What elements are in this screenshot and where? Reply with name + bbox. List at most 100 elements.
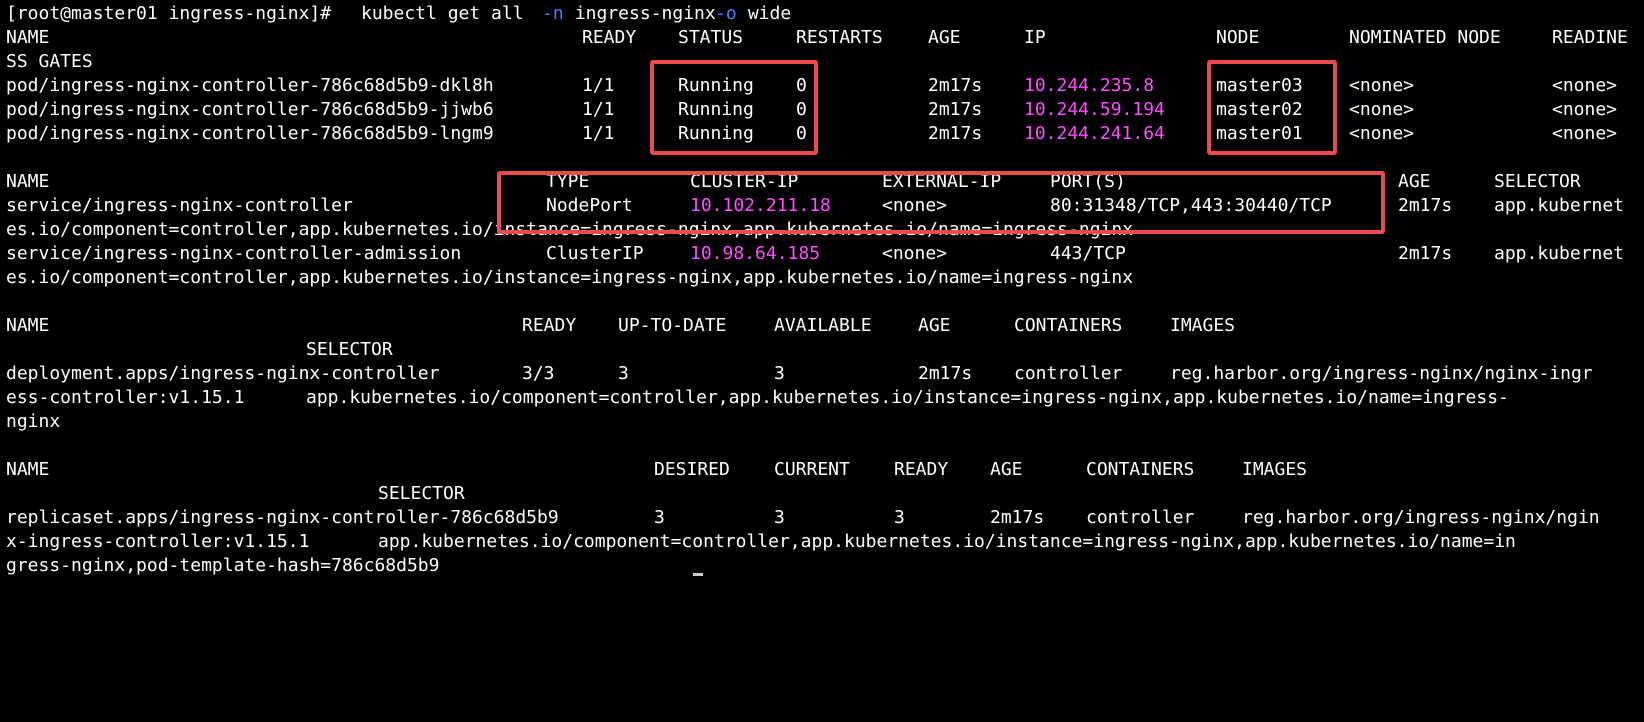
svc-col-age: AGE [1398,171,1431,192]
service-row: service/ingress-nginx-controller-admissi… [6,242,1624,266]
deploy-col-up-to-date: UP-TO-DATE [618,315,727,336]
pod-nominated: <none> [1349,123,1415,144]
deployments-header-wrap: SELECTOR [6,338,393,362]
pod-name: pod/ingress-nginx-controller-786c68d5b9-… [6,123,494,144]
services-header-row: NAME TYPE CLUSTER-IP EXTERNAL-IP PORT(S)… [6,170,1581,194]
terminal-cursor [693,573,703,576]
service-row-wrap: es.io/component=controller,app.kubernete… [6,266,1133,290]
pod-age: 2m17s [928,75,983,96]
deployment-up-to-date: 3 [618,363,629,384]
rs-col-current: CURRENT [774,459,850,480]
rs-col-name: NAME [6,459,50,480]
pods-col-ip: IP [1024,27,1046,48]
pods-col-nominated: NOMINATED NODE [1349,27,1501,48]
terminal-window[interactable]: [root@master01 ingress-nginx]# kubectl g… [0,0,1644,579]
replicaset-name: replicaset.apps/ingress-nginx-controller… [6,507,559,528]
replicaset-current: 3 [774,507,785,528]
replicaset-row-wrap: gress-nginx,pod-template-hash=786c68d5b9 [6,554,439,578]
deployment-row-wrap: ess-controller:v1.15.1 app.kubernetes.io… [6,386,1509,410]
deployment-containers: controller [1014,363,1123,384]
service-highlight-box [497,171,1385,234]
pods-col-age: AGE [928,27,961,48]
pod-readiness: <none> [1552,99,1618,120]
deploy-col-selector: SELECTOR [306,339,393,360]
pod-ip: 10.244.235.8 [1024,75,1155,96]
deploy-col-containers: CONTAINERS [1014,315,1123,336]
node-highlight-box [1207,60,1337,155]
rs-col-images: IMAGES [1242,459,1308,480]
replicaset-images-wrap: x-ingress-controller:v1.15.1 [6,531,310,552]
service-name: service/ingress-nginx-controller [6,195,353,216]
service-selector-wrap: es.io/component=controller,app.kubernete… [6,267,1134,288]
pod-nominated: <none> [1349,75,1415,96]
service-selector: app.kubernet [1494,243,1625,264]
command-text: kubectl get all [361,3,535,24]
pod-ip: 10.244.241.64 [1024,123,1165,144]
deploy-col-name: NAME [6,315,50,336]
pod-readiness: <none> [1552,75,1618,96]
svc-col-name: NAME [6,171,50,192]
deployment-available: 3 [774,363,785,384]
flag-output: -o [715,3,737,24]
command-line: [root@master01 ingress-nginx]# kubectl g… [6,2,791,26]
deployment-row: deployment.apps/ingress-nginx-controller… [6,362,1593,386]
rs-col-desired: DESIRED [654,459,730,480]
service-name: service/ingress-nginx-controller-admissi… [6,243,462,264]
pod-ready: 1/1 [582,99,615,120]
pod-row: pod/ingress-nginx-controller-786c68d5b9-… [6,98,1617,122]
svc-col-selector: SELECTOR [1494,171,1581,192]
deployment-images-wrap: ess-controller:v1.15.1 [6,387,245,408]
pods-header-row: NAME READY STATUS RESTARTS AGE IP NODE N… [6,26,1628,50]
replicaset-containers: controller [1086,507,1195,528]
pod-ip: 10.244.59.194 [1024,99,1165,120]
pod-age: 2m17s [928,99,983,120]
replicaset-selector-wrap: gress-nginx,pod-template-hash=786c68d5b9 [6,555,440,576]
deploy-col-images: IMAGES [1170,315,1236,336]
deploy-col-age: AGE [918,315,951,336]
pods-col-readiness-wrap: SS GATES [6,51,93,72]
deployments-header-row: NAME READY UP-TO-DATE AVAILABLE AGE CONT… [6,314,1235,338]
replicaset-ready: 3 [894,507,905,528]
replicaset-row-wrap: x-ingress-controller:v1.15.1 app.kuberne… [6,530,1516,554]
replicaset-age: 2m17s [990,507,1045,528]
service-cluster-ip: 10.98.64.185 [690,243,821,264]
replicaset-desired: 3 [654,507,665,528]
pods-col-name: NAME [6,27,50,48]
deployment-selector-wrap: nginx [6,411,61,432]
prompt-user-host: [root@master01 ingress-nginx]# [6,3,342,24]
replicaset-images: reg.harbor.org/ingress-nginx/ngin [1242,507,1600,528]
deployment-images: reg.harbor.org/ingress-nginx/nginx-ingr [1170,363,1593,384]
pod-name: pod/ingress-nginx-controller-786c68d5b9-… [6,99,494,120]
service-ports: 443/TCP [1050,243,1126,264]
pod-ready: 1/1 [582,123,615,144]
pods-col-restarts: RESTARTS [796,27,883,48]
service-row-wrap: es.io/component=controller,app.kubernete… [6,218,1133,242]
deployment-ready: 3/3 [522,363,555,384]
service-type: ClusterIP [546,243,644,264]
deployment-age: 2m17s [918,363,973,384]
rs-col-ready: READY [894,459,949,480]
pod-readiness: <none> [1552,123,1618,144]
replicaset-row: replicaset.apps/ingress-nginx-controller… [6,506,1600,530]
namespace-arg: ingress-nginx [564,3,727,24]
deployment-selector: app.kubernetes.io/component=controller,a… [306,387,1509,408]
pod-age: 2m17s [928,123,983,144]
flag-namespace: -n [542,3,564,24]
replicasets-header-wrap: SELECTOR [6,482,465,506]
deploy-col-ready: READY [522,315,577,336]
status-highlight-box [650,60,818,155]
service-age: 2m17s [1398,195,1453,216]
pods-col-ready: READY [582,27,637,48]
service-selector: app.kubernet [1494,195,1625,216]
pods-col-status: STATUS [678,27,744,48]
pod-name: pod/ingress-nginx-controller-786c68d5b9-… [6,75,494,96]
deployment-name: deployment.apps/ingress-nginx-controller [6,363,440,384]
replicaset-selector: app.kubernetes.io/component=controller,a… [378,531,1516,552]
service-external-ip: <none> [882,243,948,264]
service-age: 2m17s [1398,243,1453,264]
pod-row: pod/ingress-nginx-controller-786c68d5b9-… [6,122,1617,146]
pod-row: pod/ingress-nginx-controller-786c68d5b9-… [6,74,1617,98]
pod-ready: 1/1 [582,75,615,96]
rs-col-age: AGE [990,459,1023,480]
output-arg: wide [737,3,792,24]
